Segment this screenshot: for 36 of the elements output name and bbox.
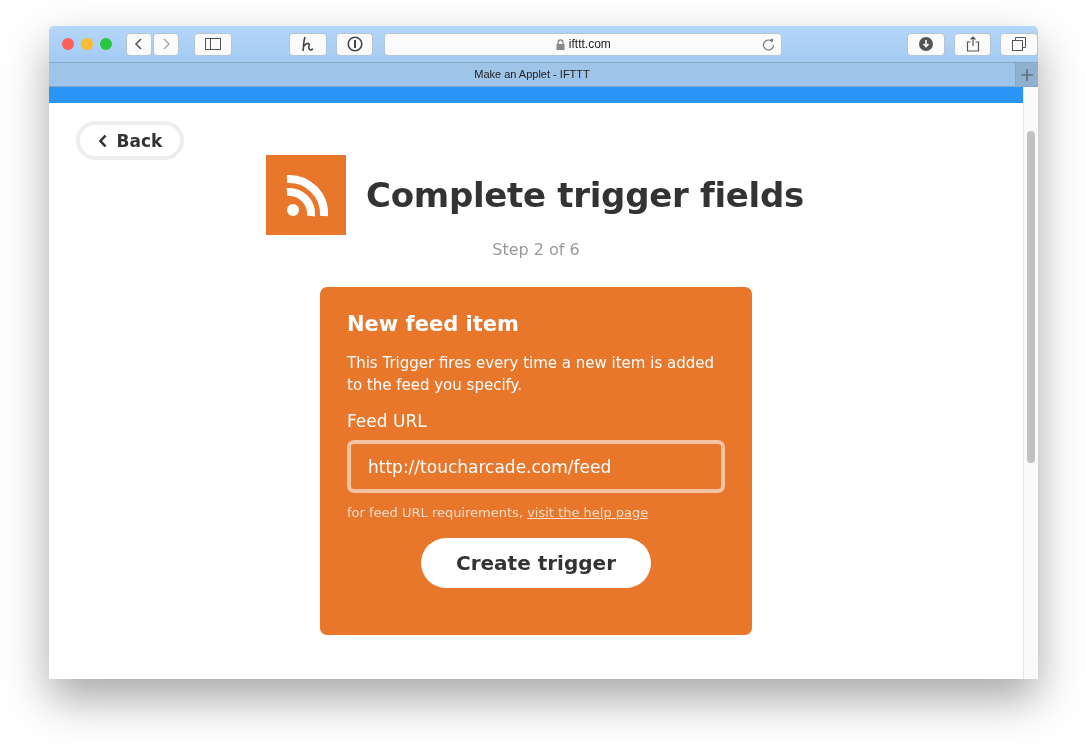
chevron-left-icon [97,133,108,148]
keyhole-circle-icon [346,36,363,52]
forward-nav-button[interactable] [153,32,179,56]
reload-icon[interactable] [762,37,776,51]
overlapping-squares-icon [1012,37,1027,51]
trigger-description: This Trigger fires every time a new item is added to the feed you specify. [347,353,715,396]
back-nav-button[interactable] [126,32,152,56]
field-label: Feed URL [347,411,428,431]
chevron-right-icon [161,37,171,51]
share-button[interactable] [953,32,992,56]
new-tab-button[interactable] [1015,63,1038,86]
help-text: for feed URL requirements, visit the help page [347,505,650,520]
chevron-left-icon [134,37,144,51]
password-button[interactable] [335,32,374,56]
create-trigger-button[interactable]: Create trigger [421,538,651,588]
step-indicator: Step 2 of 6 [492,240,580,259]
download-icon [918,37,933,51]
downloads-button[interactable] [907,32,945,56]
scroll-thumb[interactable] [1027,131,1035,463]
close-icon[interactable] [62,38,74,50]
tabs-button[interactable] [1000,32,1038,56]
sidebar-icon [204,38,221,50]
lock-icon [555,38,565,50]
zoom-icon[interactable] [100,38,112,50]
extension-button[interactable] [289,32,327,56]
page-title: Complete trigger fields [366,175,804,215]
plus-icon [1021,68,1033,81]
trigger-title: New feed item [347,312,520,336]
feed-logo-icon [266,155,347,235]
back-button[interactable]: Back [76,121,184,160]
script-h-icon [300,36,315,52]
scrollbar[interactable] [1023,87,1038,679]
address-bar[interactable]: ifttt.com [384,32,783,56]
share-icon [965,36,980,52]
address-text: ifttt.com [568,37,611,51]
sidebar-button[interactable] [194,32,232,56]
